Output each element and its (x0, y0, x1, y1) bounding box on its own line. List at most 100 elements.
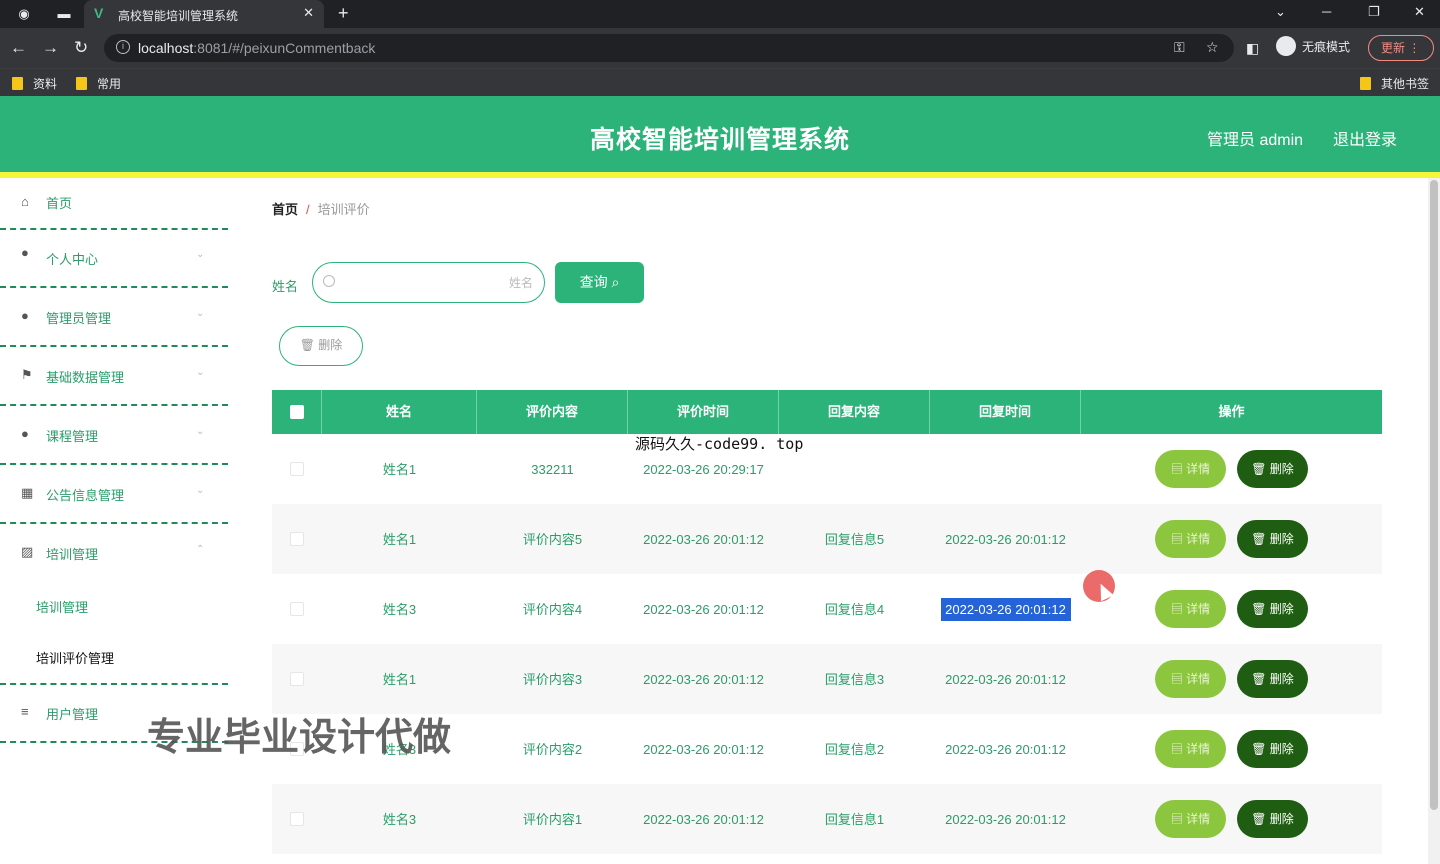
scrollbar-thumb[interactable] (1430, 180, 1438, 810)
detail-button[interactable]: ▤ 详情 (1155, 520, 1226, 558)
back-arrow-icon[interactable]: ← (10, 38, 27, 58)
search-field[interactable] (312, 262, 545, 303)
column-header[interactable]: 姓名 (322, 390, 477, 434)
breadcrumb-home[interactable]: 首页 (272, 202, 298, 217)
select-all-checkbox[interactable] (290, 405, 304, 419)
tab-search-chevron-icon[interactable]: ⌄ (1275, 4, 1286, 20)
home-icon: ⌂ (21, 194, 29, 209)
cell-content: 评价内容3 (477, 644, 628, 714)
detail-button[interactable]: ▤ 详情 (1155, 730, 1226, 768)
sidebar-item-basedata[interactable]: ⚑ 基础数据管理 ⌄ (0, 347, 228, 406)
browser-tab-active[interactable]: V 高校智能培训管理系统 ✕ (84, 0, 324, 28)
row-checkbox[interactable] (290, 462, 304, 476)
tab-close-icon[interactable]: ✕ (303, 5, 314, 21)
detail-label: 详情 (1186, 532, 1211, 546)
table-row[interactable]: 姓名1 评价内容3 2022-03-26 20:01:12 回复信息3 2022-03-… (272, 644, 1382, 714)
browser-tab-bar: ◉ ▬ V 高校智能培训管理系统 ✕ + ⌄ ─ ❐ ✕ (0, 0, 1440, 28)
restore-icon[interactable]: ❐ (1368, 4, 1380, 20)
forward-arrow-icon[interactable]: → (42, 38, 59, 58)
window-close-icon[interactable]: ✕ (1414, 4, 1425, 20)
column-header[interactable]: 评价内容 (477, 390, 628, 434)
detail-label: 详情 (1186, 812, 1211, 826)
delete-button[interactable]: 🗑 删除 (1237, 590, 1308, 628)
key-icon[interactable]: ⚿ (1174, 39, 1185, 56)
cell-reply: 回复信息5 (779, 504, 930, 574)
batch-delete-button[interactable]: 🗑 删除 (279, 326, 363, 366)
sidebar-subitem-training-comments[interactable]: 培训评价管理 (36, 648, 114, 667)
delete-button[interactable]: 🗑 删除 (1237, 450, 1308, 488)
column-header[interactable]: 回复内容 (779, 390, 930, 434)
minimize-icon[interactable]: ─ (1322, 4, 1331, 19)
header-select-all[interactable] (272, 390, 322, 434)
table-row[interactable]: 姓名3 评价内容1 2022-03-26 20:01:12 回复信息1 2022-03-… (272, 784, 1382, 854)
browser-globe-icon[interactable]: ◉ (16, 6, 32, 22)
detail-label: 详情 (1186, 672, 1211, 686)
main-content: 首页 / 培训评价 姓名 查询 ⌕ 🗑 删除 姓名 评价内容 评价时间 回复内容 回… (252, 178, 1428, 864)
logout-link[interactable]: 退出登录 (1333, 126, 1397, 150)
table-row[interactable]: 姓名1 评价内容5 2022-03-26 20:01:12 回复信息5 2022-03-… (272, 504, 1382, 574)
row-checkbox[interactable] (290, 602, 304, 616)
update-label: 更新 (1381, 41, 1406, 55)
user-icon: ● (21, 426, 29, 441)
detail-button[interactable]: ▤ 详情 (1155, 660, 1226, 698)
sidebar-item-home[interactable]: ⌂ 首页 (0, 178, 228, 230)
sidebar-item-admins[interactable]: ● 管理员管理 ⌄ (0, 288, 228, 347)
sidebar-item-notices[interactable]: ▦ 公告信息管理 ⌄ (0, 465, 228, 524)
address-bar[interactable]: i localhost:8081/#/peixunCommentback ⚿ ☆ (104, 34, 1234, 62)
detail-button[interactable]: ▤ 详情 (1155, 450, 1226, 488)
update-button[interactable]: 更新 ⋮ (1368, 35, 1434, 61)
query-button[interactable]: 查询 ⌕ (555, 262, 644, 303)
grid-icon: ▦ (21, 485, 34, 500)
chevron-down-icon: ⌄ (196, 426, 205, 437)
delete-label: 删除 (1269, 812, 1294, 826)
delete-button[interactable]: 🗑 删除 (1237, 520, 1308, 558)
column-header[interactable]: 回复时间 (930, 390, 1081, 434)
delete-button[interactable]: 🗑 删除 (1237, 730, 1308, 768)
document-icon: ▤ (1170, 672, 1183, 686)
table-row[interactable]: 姓名3 评价内容4 2022-03-26 20:01:12 回复信息4 2022-03-… (272, 574, 1382, 644)
url-text[interactable]: localhost:8081/#/peixunCommentback (138, 40, 375, 56)
sidebar-subitem-training[interactable]: 培训管理 (36, 597, 88, 616)
cell-reply: 回复信息4 (779, 574, 930, 644)
cell-text: 2022-03-26 20:01:12 (945, 531, 1066, 547)
delete-button[interactable]: 🗑 删除 (1237, 660, 1308, 698)
breadcrumb: 首页 / 培训评价 (272, 199, 370, 218)
bookmark-star-icon[interactable]: ☆ (1206, 39, 1219, 56)
page-scrollbar[interactable] (1428, 178, 1440, 864)
detail-label: 详情 (1186, 742, 1211, 756)
cell-text: 2022-03-26 20:01:12 (643, 671, 764, 687)
delete-button[interactable]: 🗑 删除 (1237, 800, 1308, 838)
incognito-indicator[interactable]: 无痕模式 (1276, 36, 1350, 58)
watermark-promo-text: 专业毕业设计代做 (147, 717, 452, 759)
sidebar-item-training[interactable]: ▨ 培训管理 ⌃ 培训管理 培训评价管理 (0, 524, 228, 685)
new-tab-icon[interactable]: + (338, 3, 349, 24)
other-bookmarks[interactable]: 其他书签 (1360, 75, 1429, 92)
current-user-label: 管理员 admin (1207, 132, 1304, 149)
chevron-down-icon: ⌄ (196, 485, 205, 496)
cell-reply-time: 2022-03-26 20:01:12 (930, 504, 1081, 574)
chevron-down-icon: ⌄ (196, 249, 205, 260)
cell-text: 回复信息5 (824, 531, 885, 547)
column-header[interactable]: 评价时间 (628, 390, 779, 434)
site-info-icon[interactable]: i (116, 40, 130, 54)
delete-label: 删除 (1269, 672, 1294, 686)
sidebar-item-profile[interactable]: ● 个人中心 ⌄ (0, 229, 228, 288)
bookmark-folder-1[interactable]: 资料 (12, 75, 57, 92)
row-checkbox[interactable] (290, 672, 304, 686)
search-input[interactable] (343, 271, 533, 295)
reload-icon[interactable]: ↻ (74, 38, 88, 58)
tab-strip-icon[interactable]: ▬ (56, 6, 72, 22)
detail-button[interactable]: ▤ 详情 (1155, 590, 1226, 628)
bookmark-folder-2[interactable]: 常用 (76, 75, 121, 92)
delete-label: 删除 (1269, 532, 1294, 546)
search-icon: ⌕ (611, 274, 620, 290)
detail-button[interactable]: ▤ 详情 (1155, 800, 1226, 838)
cell-reply-time: 2022-03-26 20:01:12 (930, 784, 1081, 854)
delete-label: 删除 (1269, 462, 1294, 476)
table-row[interactable]: 姓名1 332211 2022-03-26 20:29:17 ▤ 详情 🗑 删除 (272, 434, 1382, 504)
sidebar-toggle-icon[interactable]: ◧ (1246, 40, 1259, 57)
row-checkbox[interactable] (290, 532, 304, 546)
row-checkbox[interactable] (290, 812, 304, 826)
trash-icon: 🗑 (299, 338, 315, 352)
sidebar-item-courses[interactable]: ● 课程管理 ⌄ (0, 406, 228, 465)
